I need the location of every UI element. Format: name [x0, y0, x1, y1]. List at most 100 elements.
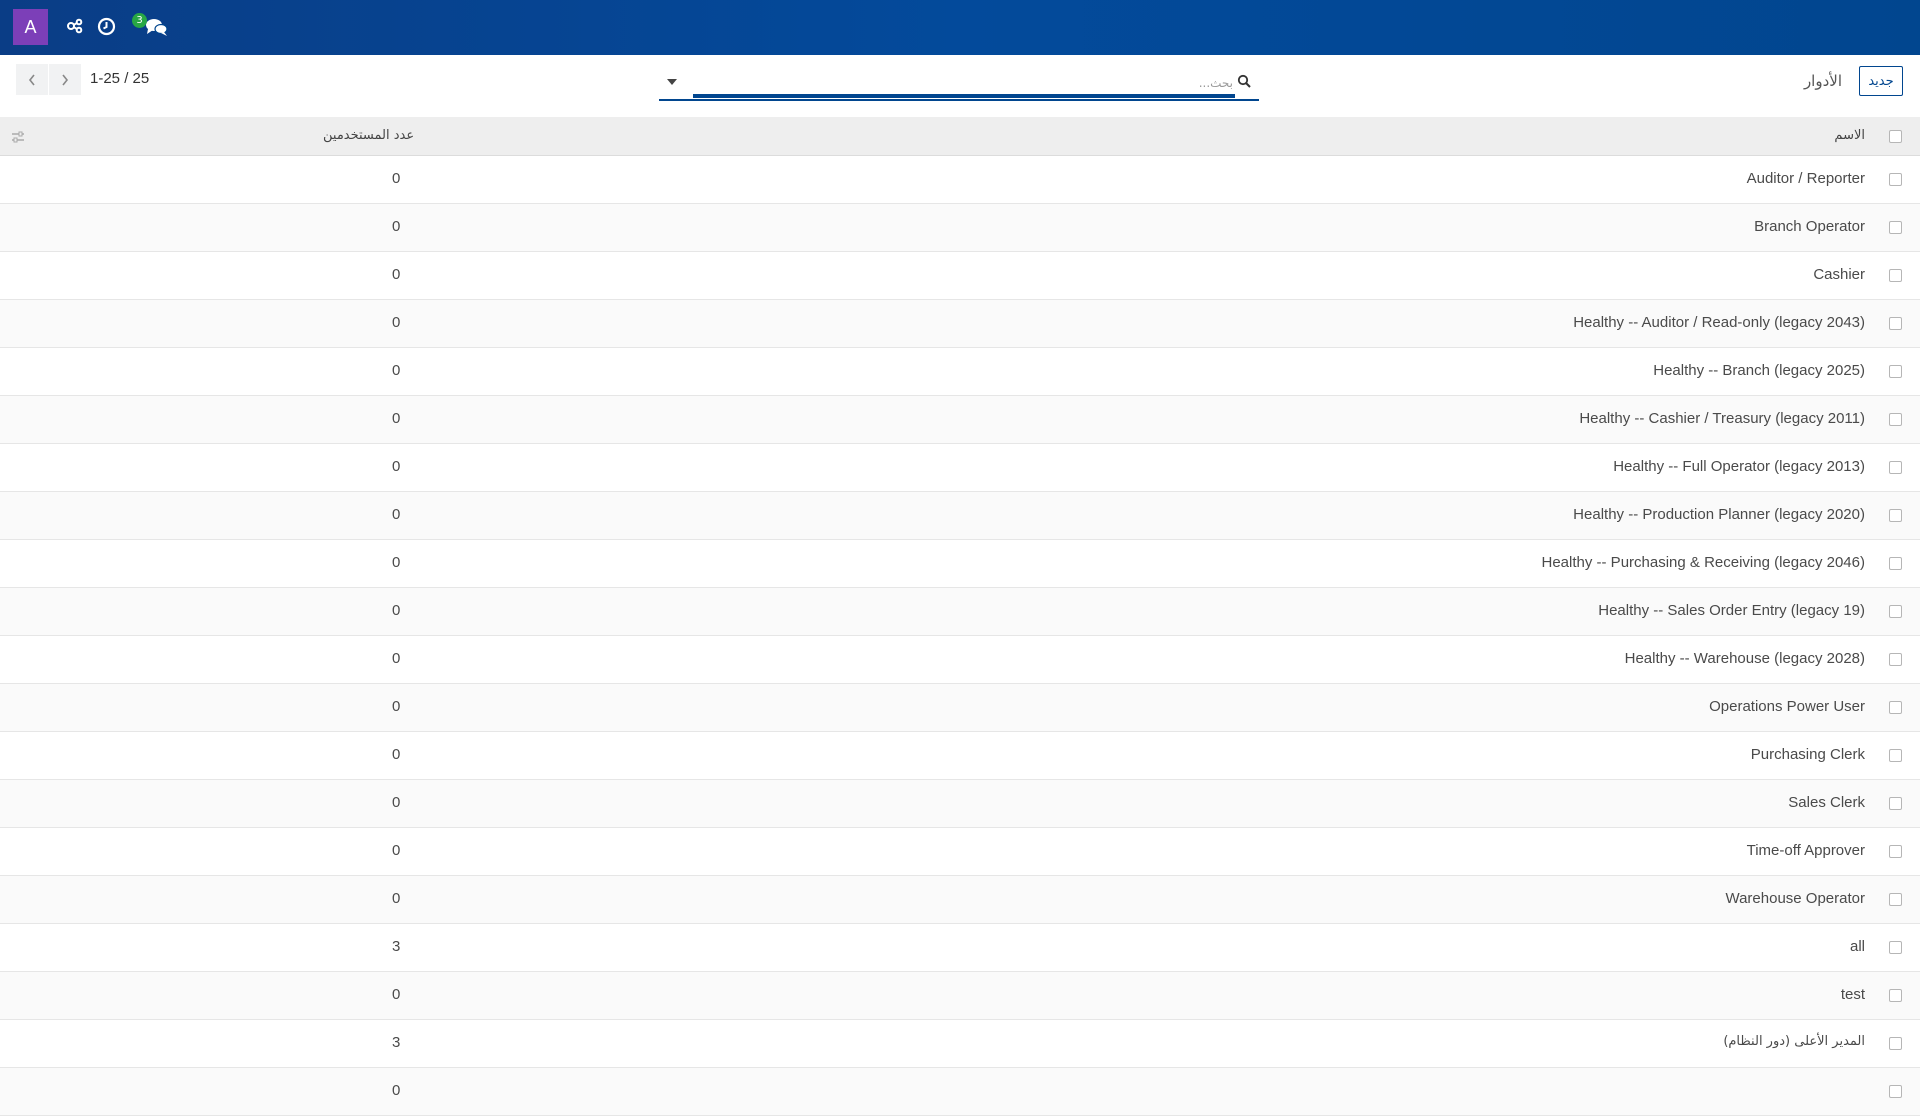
role-name: Healthy -- Production Planner (legacy 20… [1573, 506, 1865, 523]
chevron-right-icon [62, 74, 69, 85]
role-name: Sales Clerk [1788, 794, 1865, 811]
table-row[interactable]: Healthy -- Auditor / Read-only (legacy 2… [0, 300, 1920, 348]
pager-next-button[interactable] [49, 64, 81, 95]
role-name: test [1840, 986, 1865, 1003]
table-row[interactable]: Operations Power User 0 [0, 684, 1920, 732]
table-row[interactable]: Healthy -- Purchasing & Receiving (legac… [0, 540, 1920, 588]
row-checkbox[interactable] [1889, 989, 1902, 1002]
breadcrumb: الأدوار [1803, 72, 1842, 90]
clock-icon[interactable] [97, 17, 117, 37]
column-header-users[interactable]: عدد المستخدمين [323, 128, 414, 143]
user-count: 3 [392, 938, 401, 955]
role-name: Healthy -- Full Operator (legacy 2013) [1613, 458, 1865, 475]
table-header: الاسم عدد المستخدمين [0, 117, 1920, 156]
user-count: 0 [392, 746, 401, 763]
search-options-caret-icon[interactable] [667, 79, 677, 85]
row-checkbox[interactable] [1889, 1085, 1902, 1098]
table-row[interactable]: Time-off Approver 0 [0, 828, 1920, 876]
role-name: Healthy -- Sales Order Entry (legacy 19) [1598, 602, 1865, 619]
optional-columns-icon[interactable] [11, 129, 25, 143]
table-row[interactable]: Warehouse Operator 0 [0, 876, 1920, 924]
select-all-checkbox[interactable] [1889, 130, 1902, 143]
role-name: Healthy -- Auditor / Read-only (legacy 2… [1573, 314, 1865, 331]
role-name: Healthy -- Purchasing & Receiving (legac… [1541, 554, 1866, 571]
table-row[interactable]: Healthy -- Warehouse (legacy 2028) 0 [0, 636, 1920, 684]
chat-count-badge: 3 [132, 13, 147, 28]
search-input[interactable] [693, 72, 1235, 98]
user-avatar[interactable]: A [13, 9, 48, 45]
table-row[interactable]: Healthy -- Branch (legacy 2025) 0 [0, 348, 1920, 396]
table-row[interactable]: Branch Operator 0 [0, 204, 1920, 252]
user-count: 0 [392, 266, 401, 283]
row-checkbox[interactable] [1889, 749, 1902, 762]
user-count: 0 [392, 602, 401, 619]
column-header-name[interactable]: الاسم [1834, 128, 1865, 143]
control-panel: جديد الأدوار 1-25 / 25 [0, 55, 1920, 118]
row-checkbox[interactable] [1889, 605, 1902, 618]
table-row[interactable]: 0 [0, 1068, 1920, 1116]
row-checkbox[interactable] [1889, 941, 1902, 954]
user-count: 0 [392, 1082, 401, 1099]
table-row[interactable]: all 3 [0, 924, 1920, 972]
user-count: 0 [392, 890, 401, 907]
table-row[interactable]: المدير الأعلى (دور النظام) 3 [0, 1020, 1920, 1068]
role-name: Cashier [1813, 266, 1865, 283]
user-count: 0 [392, 506, 401, 523]
top-navbar: A 3 [0, 0, 1920, 55]
search-bar [659, 66, 1259, 101]
pager-value[interactable]: 1-25 / 25 [90, 70, 149, 87]
row-checkbox[interactable] [1889, 893, 1902, 906]
role-name: Warehouse Operator [1725, 890, 1865, 907]
role-name: Time-off Approver [1746, 842, 1865, 859]
role-name: Branch Operator [1754, 218, 1865, 235]
table-row[interactable]: Cashier 0 [0, 252, 1920, 300]
pager-previous-button[interactable] [16, 64, 48, 95]
table-row[interactable]: Healthy -- Cashier / Treasury (legacy 20… [0, 396, 1920, 444]
table-row[interactable]: Purchasing Clerk 0 [0, 732, 1920, 780]
table-row[interactable]: Sales Clerk 0 [0, 780, 1920, 828]
chevron-left-icon [28, 74, 35, 85]
user-count: 0 [392, 554, 401, 571]
new-button[interactable]: جديد [1859, 66, 1903, 96]
user-count: 0 [392, 218, 401, 235]
row-checkbox[interactable] [1889, 557, 1902, 570]
role-name: Healthy -- Warehouse (legacy 2028) [1624, 650, 1865, 667]
table-row[interactable]: Auditor / Reporter 0 [0, 156, 1920, 204]
row-checkbox[interactable] [1889, 365, 1902, 378]
role-name: Purchasing Clerk [1750, 746, 1865, 763]
table-row[interactable]: Healthy -- Sales Order Entry (legacy 19)… [0, 588, 1920, 636]
row-checkbox[interactable] [1889, 845, 1902, 858]
table-row[interactable]: test 0 [0, 972, 1920, 1020]
table-row[interactable]: Healthy -- Full Operator (legacy 2013) 0 [0, 444, 1920, 492]
user-count: 0 [392, 410, 401, 427]
user-count: 0 [392, 650, 401, 667]
avatar-letter: A [24, 16, 37, 37]
user-count: 0 [392, 458, 401, 475]
row-checkbox[interactable] [1889, 317, 1902, 330]
user-count: 3 [392, 1034, 401, 1051]
row-checkbox[interactable] [1889, 797, 1902, 810]
search-icon[interactable] [1237, 73, 1251, 88]
role-name: Operations Power User [1709, 698, 1865, 715]
row-checkbox[interactable] [1889, 653, 1902, 666]
role-name: Healthy -- Cashier / Treasury (legacy 20… [1579, 410, 1865, 427]
row-checkbox[interactable] [1889, 509, 1902, 522]
chat-icon[interactable] [145, 17, 169, 37]
table-row[interactable]: Healthy -- Production Planner (legacy 20… [0, 492, 1920, 540]
role-name: Healthy -- Branch (legacy 2025) [1653, 362, 1865, 379]
user-count: 0 [392, 170, 401, 187]
role-name: Auditor / Reporter [1746, 170, 1865, 187]
user-count: 0 [392, 794, 401, 811]
user-count: 0 [392, 842, 401, 859]
row-checkbox[interactable] [1889, 413, 1902, 426]
row-checkbox[interactable] [1889, 269, 1902, 282]
row-checkbox[interactable] [1889, 221, 1902, 234]
user-count: 0 [392, 314, 401, 331]
row-checkbox[interactable] [1889, 701, 1902, 714]
share-nodes-icon[interactable] [66, 17, 86, 37]
row-checkbox[interactable] [1889, 461, 1902, 474]
roles-list-table: الاسم عدد المستخدمين Auditor / Reporter 0… [0, 117, 1920, 1116]
row-checkbox[interactable] [1889, 173, 1902, 186]
role-name: all [1849, 938, 1865, 955]
row-checkbox[interactable] [1889, 1037, 1902, 1050]
